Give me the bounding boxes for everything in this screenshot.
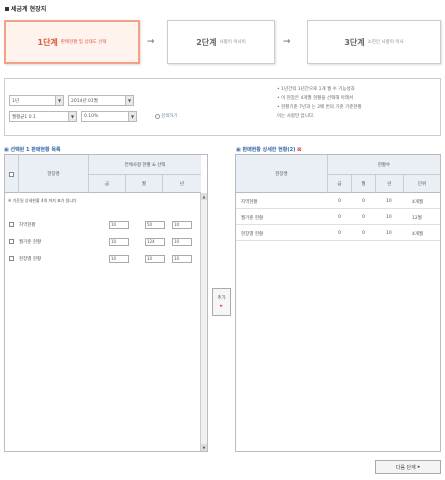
step-3[interactable]: 3단계 소진인 사항이 이사: [307, 20, 441, 64]
table-row[interactable]: 지역현황 0 0 10 4개월: [236, 195, 440, 209]
value-input[interactable]: 50: [145, 220, 165, 229]
table-row[interactable]: 지역현황 10 50 10: [5, 217, 201, 232]
left-scrollbar[interactable]: ▲ ▼: [200, 193, 207, 451]
right-panel-heading: ▣ 판매현황 상세한 현황(2) ⊠: [236, 147, 302, 153]
row-checkbox[interactable]: [9, 222, 14, 227]
arrow-right-icon: ▸: [220, 303, 223, 309]
search-button[interactable]: 검색하기: [155, 113, 178, 119]
page-title: 세금계 현장지: [5, 4, 46, 13]
next-step-button[interactable]: 다음 단계 ▸: [375, 460, 441, 474]
date-select[interactable]: 2014년 01월 ▼: [68, 95, 134, 106]
sub-header-4: 단위: [417, 182, 427, 187]
scroll-up-icon[interactable]: ▲: [201, 193, 207, 200]
step-2[interactable]: 2단계 사항이 이사이: [167, 20, 275, 64]
row-checkbox[interactable]: [9, 256, 14, 261]
right-table-header: 현장명 현황수 금 월 년 단위: [236, 155, 440, 193]
sub-header-2: 월: [126, 175, 163, 193]
average-select[interactable]: 월평균1 0.1 ▼: [9, 111, 77, 122]
table-row[interactable]: 월기준 현황 10 124 10: [5, 234, 201, 249]
step-arrow-icon: →: [283, 37, 291, 47]
step-progress: 1단계 판매현황 및 상태도 선택 → 2단계 사항이 이사이 → 3단계 소진…: [4, 20, 441, 64]
header-group: 현황수: [377, 162, 391, 168]
table-row[interactable]: 월기준 현황 0 0 10 12월: [236, 211, 440, 225]
filter-panel: 1년 ▼ 2014년 01월 ▼ 월평균1 0.1 ▼ 0.10% ▼ 검색하기…: [4, 78, 441, 136]
step-1[interactable]: 1단계 판매현황 및 상태도 선택: [4, 20, 140, 64]
header-name: 현장명: [19, 155, 89, 193]
remove-icon[interactable]: ⊠: [297, 147, 301, 153]
sub-header-3: 년: [179, 182, 185, 187]
table-row[interactable]: 현장별 현황 0 0 10 4개월: [236, 227, 440, 241]
arrow-right-icon: ▸: [417, 464, 421, 470]
right-panel: 현장명 현황수 금 월 년 단위 지역현황 0 0 10 4개월 월기준 현황 …: [235, 154, 441, 452]
sub-header-2: 월: [352, 175, 376, 193]
rate-select[interactable]: 0.10% ▼: [81, 111, 137, 122]
left-panel: 현장명 전체사항 현황 & 선택 금 월 년 ※ 기준일 상세현황 4개 까지 …: [4, 154, 208, 452]
header-name: 현장명: [236, 155, 328, 193]
value-input[interactable]: 10: [172, 237, 192, 246]
value-input[interactable]: 10: [109, 254, 129, 263]
search-icon: [155, 113, 160, 119]
value-input[interactable]: 10: [109, 237, 129, 246]
sub-header-1: 금: [328, 175, 352, 193]
value-input[interactable]: 10: [172, 220, 192, 229]
chevron-down-icon: ▼: [55, 96, 63, 105]
left-notice: ※ 기준일 상세현황 4개 까지 표기 됩니다: [8, 198, 77, 203]
header-group: 전체사항 현황 & 선택: [124, 162, 166, 168]
sub-header-3: 년: [376, 175, 404, 193]
step-arrow-icon: →: [147, 37, 155, 47]
left-panel-heading: ▣ 선택된 1 판매현황 목록: [4, 147, 61, 153]
select-all-checkbox[interactable]: [9, 171, 14, 177]
value-input[interactable]: 10: [109, 220, 129, 229]
left-table-header: 현장명 전체사항 현황 & 선택 금 월 년: [5, 155, 201, 193]
select-all-cell: [5, 155, 19, 193]
value-input[interactable]: 10: [145, 254, 165, 263]
chevron-down-icon: ▼: [125, 96, 133, 105]
chevron-down-icon: ▼: [128, 112, 136, 121]
scroll-down-icon[interactable]: ▼: [201, 444, 207, 451]
sub-header-1: 금: [89, 175, 126, 193]
value-input[interactable]: 124: [145, 237, 165, 246]
table-row[interactable]: 현장별 현황 10 10 10: [5, 251, 201, 266]
period-select[interactable]: 1년 ▼: [9, 95, 64, 106]
row-checkbox[interactable]: [9, 239, 14, 244]
title-bullet-icon: [5, 6, 9, 11]
filter-notes: • 1년간의 1년간으로 1개 월 수 기능성과 • 이 현장은 4개월 현황을…: [277, 87, 362, 119]
value-input[interactable]: 10: [172, 254, 192, 263]
add-button[interactable]: 추가 ▸: [212, 288, 231, 316]
chevron-down-icon: ▼: [68, 112, 76, 121]
